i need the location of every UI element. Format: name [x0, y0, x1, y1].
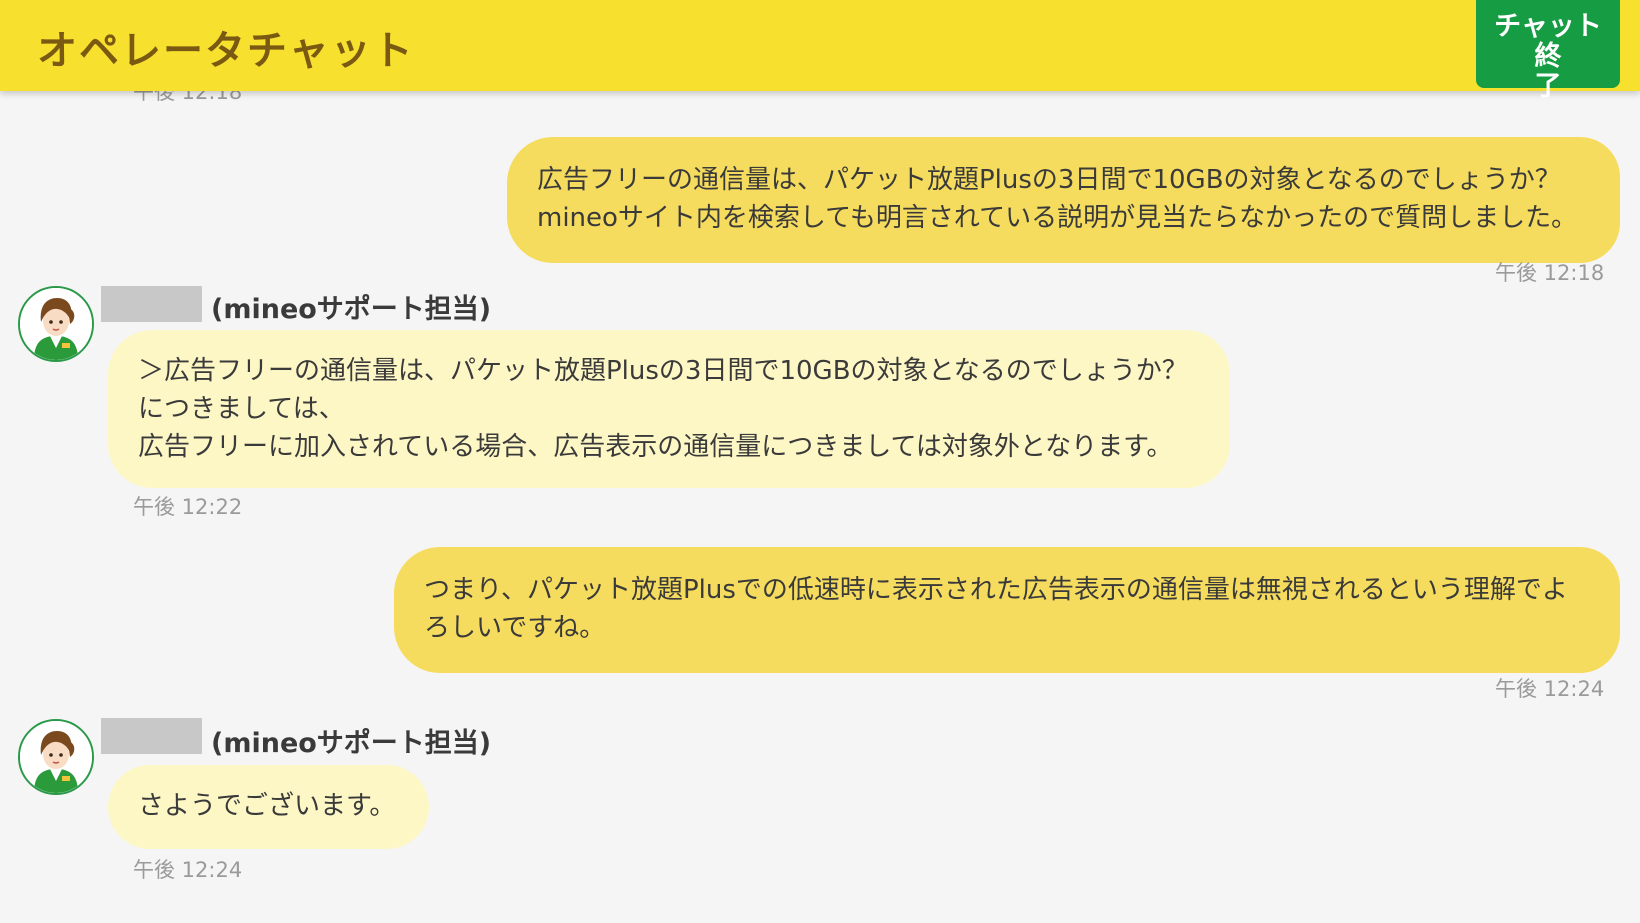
- chat-log[interactable]: 午後 12:18 広告フリーの通信量は、パケット放題Plusの3日間で10GBの…: [0, 91, 1640, 923]
- message-time: 午後 12:22: [133, 495, 243, 519]
- message-text: つまり、パケット放題Plusでの低速時に表示された広告表示の通信量は無視されると…: [424, 575, 1568, 605]
- operator-avatar-icon: [20, 288, 92, 360]
- page-title: オペレータチャット: [37, 28, 415, 74]
- message-time: 午後 12:18: [133, 91, 243, 104]
- operator-avatar-icon: [20, 721, 92, 793]
- operator-name: (mineoサポート担当): [211, 728, 492, 759]
- message-text: 広告フリーに加入されている場合、広告表示の通信量につきましては対象外となります。: [138, 432, 1173, 462]
- operator-name: (mineoサポート担当): [211, 294, 492, 325]
- user-message-bubble: つまり、パケット放題Plusでの低速時に表示された広告表示の通信量は無視されると…: [394, 547, 1620, 673]
- message-text: ろしいですね。: [424, 613, 606, 643]
- operator-message-bubble: ＞広告フリーの通信量は、パケット放題Plusの3日間で10GBの対象となるのでし…: [108, 330, 1230, 488]
- redacted-operator-name: [101, 286, 202, 322]
- app-header: オペレータチャット チャット終 了: [0, 0, 1640, 102]
- message-text: ＞広告フリーの通信量は、パケット放題Plusの3日間で10GBの対象となるのでし…: [138, 356, 1188, 386]
- operator-avatar: [18, 719, 94, 795]
- message-text: さようでございます。: [138, 791, 396, 821]
- operator-avatar: [18, 286, 94, 362]
- redacted-operator-name: [101, 718, 202, 754]
- operator-message-bubble: さようでございます。: [108, 765, 429, 849]
- message-time: 午後 12:18: [1495, 261, 1605, 285]
- message-text: につきましては、: [138, 394, 345, 424]
- user-message-bubble: 広告フリーの通信量は、パケット放題Plusの3日間で10GBの対象となるのでしょ…: [507, 137, 1620, 263]
- message-time: 午後 12:24: [133, 858, 243, 882]
- message-text: mineoサイト内を検索しても明言されている説明が見当たらなかったので質問しまし…: [537, 203, 1578, 233]
- end-chat-button-label-line1: チャット終: [1494, 11, 1602, 72]
- message-time: 午後 12:24: [1495, 677, 1605, 701]
- end-chat-button[interactable]: チャット終 了: [1476, 0, 1620, 102]
- end-chat-button-label-line2: 了: [1534, 71, 1562, 102]
- message-text: 広告フリーの通信量は、パケット放題Plusの3日間で10GBの対象となるのでしょ…: [537, 165, 1561, 195]
